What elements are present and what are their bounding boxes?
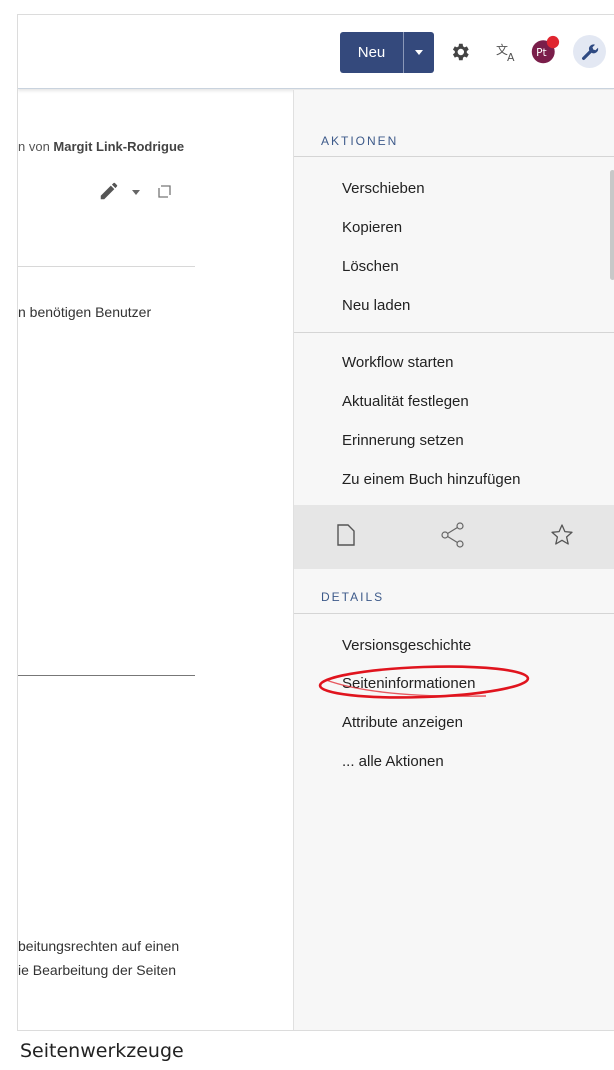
byline: n von Margit Link-Rodrigue (18, 139, 184, 154)
chevron-down-icon (415, 50, 423, 55)
pencil-icon[interactable] (98, 180, 120, 205)
divider (18, 266, 195, 267)
avatar-initials: Pt (536, 47, 547, 59)
byline-prefix: n von (18, 139, 54, 154)
divider (294, 156, 614, 157)
gear-icon[interactable] (445, 37, 475, 67)
star-icon[interactable] (550, 523, 574, 552)
page-icon[interactable] (336, 523, 356, 551)
menu-item-page-information[interactable]: Seiteninformationen (342, 675, 475, 692)
expand-icon[interactable] (158, 184, 171, 201)
divider (18, 675, 195, 676)
chevron-down-icon[interactable] (132, 190, 140, 195)
divider (294, 613, 614, 614)
byline-author[interactable]: Margit Link-Rodrigue (53, 139, 184, 154)
avatar[interactable]: Pt (530, 35, 560, 65)
menu-item-delete[interactable]: Löschen (342, 258, 399, 275)
content-text-line: ie Bearbeitung der Seiten (18, 962, 176, 978)
page-content: n von Margit Link-Rodrigue n benötigen B… (18, 90, 293, 1030)
app-frame: Neu 文 A Pt n von Margit Link-Rodrigue n … (17, 14, 614, 1031)
translate-icon[interactable]: 文 A (492, 37, 522, 67)
details-heading: DETAILS (321, 590, 385, 604)
menu-item-copy[interactable]: Kopieren (342, 219, 402, 236)
wrench-icon[interactable] (573, 35, 606, 68)
top-bar: Neu 文 A Pt (18, 15, 614, 89)
menu-item-reload[interactable]: Neu laden (342, 297, 410, 314)
menu-item-move[interactable]: Verschieben (342, 180, 425, 197)
menu-item-add-to-book[interactable]: Zu einem Buch hinzufügen (342, 471, 520, 488)
page-tools-sidebar: AKTIONEN Verschieben Kopieren Löschen Ne… (293, 90, 614, 1030)
share-icon[interactable] (440, 521, 466, 553)
divider (294, 332, 614, 333)
content-text-line: n benötigen Benutzer (18, 304, 152, 320)
image-caption: Seitenwerkzeuge (20, 1040, 184, 1062)
menu-item-set-reminder[interactable]: Erinnerung setzen (342, 432, 464, 449)
new-button-group: Neu (340, 32, 434, 73)
actions-heading: AKTIONEN (321, 134, 399, 148)
menu-item-start-workflow[interactable]: Workflow starten (342, 354, 453, 371)
svg-text:A: A (507, 51, 515, 63)
menu-item-all-actions[interactable]: ... alle Aktionen (342, 753, 444, 770)
new-button[interactable]: Neu (340, 32, 403, 73)
new-dropdown-button[interactable] (403, 32, 434, 73)
edit-tools (98, 180, 171, 205)
menu-item-version-history[interactable]: Versionsgeschichte (342, 637, 471, 654)
menu-item-show-attributes[interactable]: Attribute anzeigen (342, 714, 463, 731)
menu-item-set-expiry[interactable]: Aktualität festlegen (342, 393, 469, 410)
scrollbar[interactable] (610, 170, 614, 280)
quick-actions-row (294, 505, 614, 569)
content-text-line: beitungsrechten auf einen (18, 938, 180, 954)
